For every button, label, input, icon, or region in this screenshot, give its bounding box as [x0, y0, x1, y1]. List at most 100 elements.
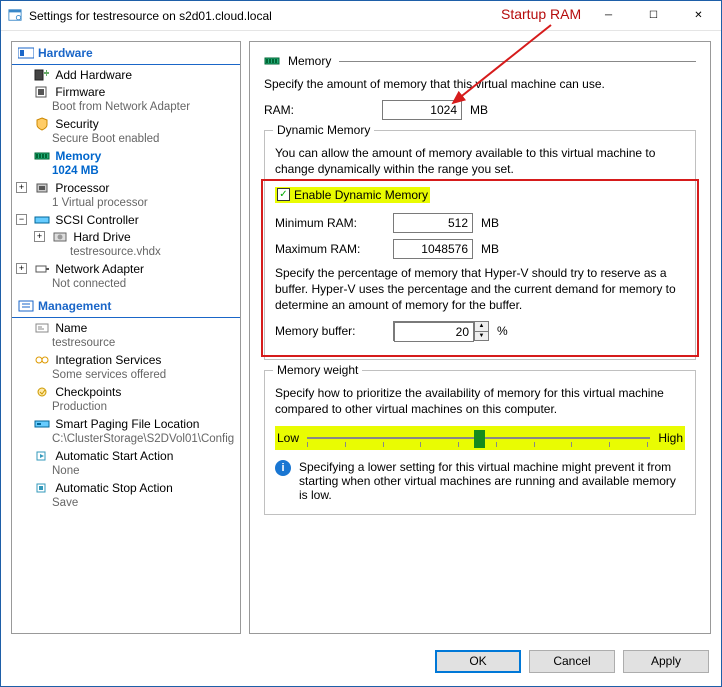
- weight-high-label: High: [658, 431, 683, 445]
- hardware-icon: [18, 46, 34, 60]
- info-icon: i: [275, 460, 291, 476]
- weight-legend: Memory weight: [273, 363, 362, 377]
- sidebar-item-memory[interactable]: Memory 1024 MB: [12, 148, 240, 180]
- sidebar-item-network-adapter[interactable]: + Network Adapter Not connected: [12, 261, 240, 293]
- processor-icon: [34, 181, 50, 195]
- autostop-icon: [34, 481, 50, 495]
- sidebar-item-sublabel: Production: [34, 400, 236, 415]
- memory-weight-group: Memory weight Specify how to prioritize …: [264, 370, 696, 514]
- dynmem-desc: You can allow the amount of memory avail…: [275, 145, 685, 177]
- weight-slider[interactable]: [307, 428, 650, 448]
- sidebar-item-label: Add Hardware: [55, 68, 132, 82]
- ram-input[interactable]: [382, 100, 462, 120]
- divider: [339, 61, 696, 62]
- close-button[interactable]: ✕: [676, 1, 721, 30]
- buffer-label: Memory buffer:: [275, 324, 385, 338]
- sidebar-item-scsi[interactable]: − SCSI Controller: [12, 212, 240, 229]
- autostart-icon: [34, 449, 50, 463]
- sidebar-item-paging[interactable]: Smart Paging File Location C:\ClusterSto…: [12, 416, 240, 448]
- sidebar-item-autostop[interactable]: Automatic Stop Action Save: [12, 480, 240, 512]
- intro-text: Specify the amount of memory that this v…: [264, 76, 696, 92]
- sidebar-item-label: Name: [55, 321, 87, 335]
- expand-button[interactable]: +: [16, 182, 27, 193]
- weight-low-label: Low: [277, 431, 299, 445]
- sidebar-item-harddrive[interactable]: + Hard Drive testresource.vhdx: [12, 229, 240, 261]
- sidebar-item-label: Network Adapter: [55, 262, 144, 276]
- sidebar-item-label: Checkpoints: [55, 385, 121, 399]
- enable-dynmem-checkbox[interactable]: ✓: [277, 188, 290, 201]
- expand-button[interactable]: +: [16, 263, 27, 274]
- weight-desc: Specify how to prioritize the availabili…: [275, 385, 685, 417]
- max-ram-field: Maximum RAM: MB: [275, 239, 685, 259]
- sidebar-item-label: Hard Drive: [73, 230, 130, 244]
- ok-button[interactable]: OK: [435, 650, 521, 673]
- min-ram-unit: MB: [481, 216, 499, 230]
- shield-icon: [34, 117, 50, 131]
- dynamic-memory-legend: Dynamic Memory: [273, 123, 374, 137]
- spin-down-button[interactable]: ▼: [475, 332, 488, 341]
- sidebar-item-add-hardware[interactable]: Add Hardware: [12, 67, 240, 84]
- hardware-header-label: Hardware: [38, 46, 93, 60]
- checkpoints-icon: [34, 385, 50, 399]
- sidebar-item-processor[interactable]: + Processor 1 Virtual processor: [12, 180, 240, 212]
- sidebar-item-sublabel: 1 Virtual processor: [34, 196, 236, 211]
- max-ram-input[interactable]: [393, 239, 473, 259]
- content-pane: Memory Specify the amount of memory that…: [249, 41, 711, 634]
- slider-thumb[interactable]: [474, 430, 485, 448]
- memory-icon: [264, 54, 280, 68]
- sidebar-item-checkpoints[interactable]: Checkpoints Production: [12, 384, 240, 416]
- ram-field: RAM: MB: [264, 100, 696, 120]
- buffer-desc: Specify the percentage of memory that Hy…: [275, 265, 685, 314]
- collapse-button[interactable]: −: [16, 214, 27, 225]
- buffer-field: Memory buffer: ▲ ▼ %: [275, 321, 685, 341]
- sidebar-item-integration[interactable]: Integration Services Some services offer…: [12, 352, 240, 384]
- min-ram-field: Minimum RAM: MB: [275, 213, 685, 233]
- apply-button[interactable]: Apply: [623, 650, 709, 673]
- management-section-header: Management: [12, 295, 240, 318]
- spin-up-button[interactable]: ▲: [475, 322, 488, 332]
- sidebar-item-label: Automatic Start Action: [55, 449, 173, 463]
- sidebar-item-label: Smart Paging File Location: [55, 417, 199, 431]
- integration-icon: [34, 353, 50, 367]
- max-ram-unit: MB: [481, 242, 499, 256]
- hardware-section-header: Hardware: [12, 42, 240, 65]
- weight-slider-row: Low High: [275, 426, 685, 450]
- min-ram-input[interactable]: [393, 213, 473, 233]
- enable-dynmem-label: Enable Dynamic Memory: [294, 188, 428, 202]
- expand-button[interactable]: +: [34, 231, 45, 242]
- content-title: Memory: [288, 54, 331, 68]
- sidebar-item-firmware[interactable]: Firmware Boot from Network Adapter: [12, 84, 240, 116]
- sidebar-item-autostart[interactable]: Automatic Start Action None: [12, 448, 240, 480]
- sidebar-item-name[interactable]: Name testresource: [12, 320, 240, 352]
- max-ram-label: Maximum RAM:: [275, 242, 385, 256]
- sidebar-item-sublabel: Not connected: [34, 277, 236, 292]
- ram-unit: MB: [470, 103, 488, 117]
- cancel-button[interactable]: Cancel: [529, 650, 615, 673]
- sidebar[interactable]: Hardware Add Hardware Firmware Boot from…: [11, 41, 241, 634]
- management-header-label: Management: [38, 299, 111, 313]
- maximize-button[interactable]: ☐: [631, 1, 676, 30]
- sidebar-item-sublabel: testresource.vhdx: [52, 245, 236, 260]
- sidebar-item-label: Integration Services: [55, 353, 161, 367]
- settings-icon: [7, 8, 23, 24]
- buffer-unit: %: [497, 324, 508, 338]
- min-ram-label: Minimum RAM:: [275, 216, 385, 230]
- sidebar-item-sublabel: testresource: [34, 336, 236, 351]
- titlebar: Settings for testresource on s2d01.cloud…: [1, 1, 721, 31]
- harddrive-icon: [52, 230, 68, 244]
- minimize-button[interactable]: ─: [586, 1, 631, 30]
- sidebar-item-security[interactable]: Security Secure Boot enabled: [12, 116, 240, 148]
- weight-info-text: Specifying a lower setting for this virt…: [299, 460, 685, 502]
- scsi-icon: [34, 213, 50, 227]
- sidebar-item-label: Memory: [55, 149, 101, 163]
- sidebar-item-sublabel: C:\ClusterStorage\S2DVol01\Config: [34, 432, 236, 447]
- dialog-footer: OK Cancel Apply: [1, 644, 721, 686]
- sidebar-item-label: SCSI Controller: [55, 213, 138, 227]
- sidebar-item-sublabel: 1024 MB: [34, 164, 236, 179]
- buffer-input[interactable]: [394, 322, 474, 342]
- sidebar-item-label: Firmware: [55, 85, 105, 99]
- network-icon: [34, 262, 50, 276]
- firmware-icon: [34, 85, 50, 99]
- paging-icon: [34, 417, 50, 431]
- sidebar-item-label: Security: [55, 117, 98, 131]
